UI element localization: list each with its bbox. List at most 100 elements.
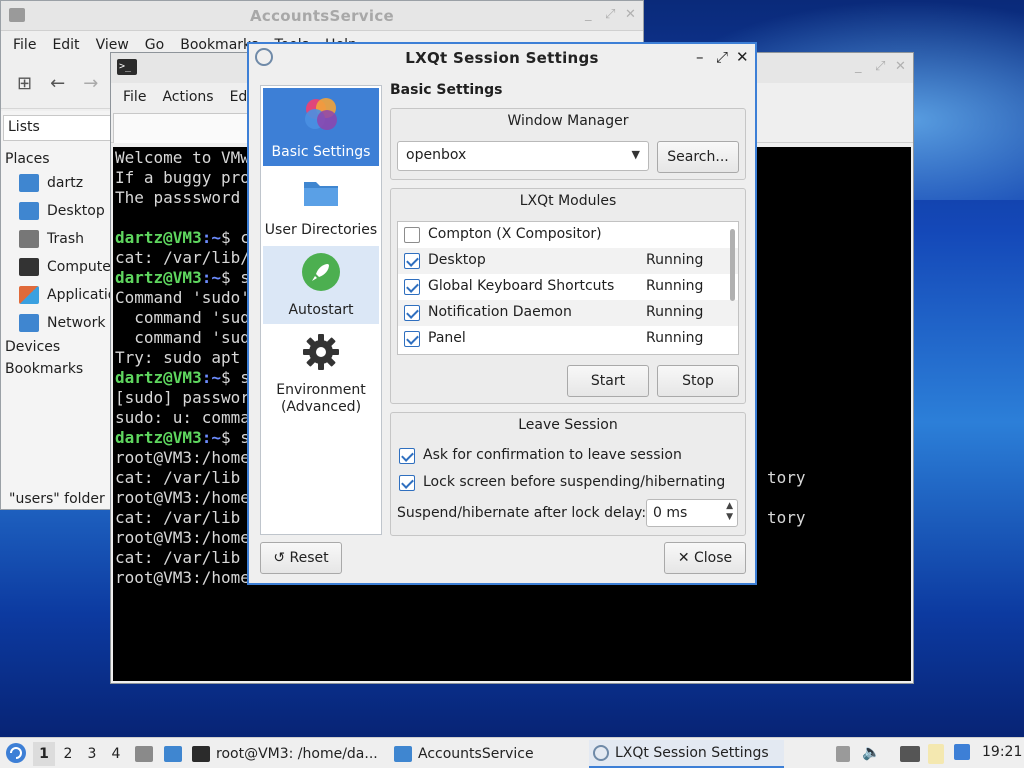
reset-button[interactable]: ↺ Reset xyxy=(260,542,342,574)
bookmarks-header[interactable]: Bookmarks xyxy=(1,357,113,379)
network-status-icon[interactable] xyxy=(900,746,920,762)
global-shortcuts-checkbox[interactable] xyxy=(404,279,420,295)
minimize-icon[interactable]: – xyxy=(696,48,704,66)
workspace-2[interactable]: 2 xyxy=(57,742,79,766)
maximize-icon[interactable]: ⤢ xyxy=(875,59,885,74)
compton-checkbox[interactable] xyxy=(404,227,420,243)
lists-selector[interactable]: Lists xyxy=(3,115,111,141)
sidebar-item-computer[interactable]: Computer xyxy=(1,253,113,281)
desktop-checkbox[interactable] xyxy=(404,253,420,269)
clipboard-icon[interactable] xyxy=(928,744,944,764)
sidebar-item-dartz[interactable]: dartz xyxy=(1,169,113,197)
dialog-title: LXQt Session Settings xyxy=(405,49,599,67)
minimize-icon[interactable]: _ xyxy=(585,7,592,22)
modules-scrollbar[interactable] xyxy=(727,223,737,353)
nav-item-environment[interactable]: Environment (Advanced) xyxy=(263,326,379,418)
close-icon[interactable]: ✕ xyxy=(736,48,749,66)
new-tab-icon[interactable]: ⊞ xyxy=(17,73,32,94)
nav-item-user-directories[interactable]: User Directories xyxy=(263,166,379,244)
close-icon[interactable]: ✕ xyxy=(895,59,906,74)
terminal-line-text: root@VM3:/home xyxy=(115,488,247,507)
places-sidebar: Lists Places dartz Desktop Trash Compute… xyxy=(1,111,113,509)
minimize-icon[interactable]: _ xyxy=(855,59,862,74)
terminal-line-text: cat: /var/lib xyxy=(115,468,241,487)
taskbar: 1 2 3 4 root@VM3: /home/da... AccountsSe… xyxy=(0,737,1024,768)
prompt-path: :~ xyxy=(201,428,221,447)
sidebar-item-applications[interactable]: Applications xyxy=(1,281,113,309)
settings-nav-list: Basic Settings User Directories Autostar… xyxy=(260,85,382,535)
menu-file[interactable]: File xyxy=(115,89,154,105)
back-icon[interactable]: ← xyxy=(50,73,65,94)
module-name: Notification Daemon xyxy=(428,304,572,320)
notification-daemon-checkbox[interactable] xyxy=(404,305,420,321)
prompt-user: dartz@VM3 xyxy=(115,428,202,447)
sidebar-item-trash[interactable]: Trash xyxy=(1,225,113,253)
spin-arrows-icon[interactable]: ▲ ▼ xyxy=(726,501,733,523)
eject-icon[interactable] xyxy=(836,746,850,762)
window-manager-select[interactable]: openbox ▼ xyxy=(397,141,649,171)
delay-label-text: Suspend/hibernate after lock delay: xyxy=(397,505,647,521)
list-item[interactable]: Desktop Running xyxy=(398,248,738,274)
sidebar-item-label: Network xyxy=(47,315,106,331)
sidebar-item-desktop[interactable]: Desktop xyxy=(1,197,113,225)
start-button[interactable]: Start xyxy=(567,365,649,397)
workspace-1[interactable]: 1 xyxy=(33,742,55,766)
ask-confirmation-checkbox[interactable] xyxy=(399,448,415,464)
maximize-icon[interactable]: ⤢ xyxy=(716,48,728,66)
volume-icon[interactable]: 🔈 xyxy=(862,743,881,761)
prompt-command: $ s xyxy=(220,428,247,447)
nav-item-autostart[interactable]: Autostart xyxy=(263,246,379,324)
task-terminal[interactable]: root@VM3: /home/da... xyxy=(192,740,387,768)
search-button[interactable]: Search... xyxy=(657,141,739,173)
maximize-icon[interactable]: ⤢ xyxy=(605,7,615,22)
close-button[interactable]: ✕ Close xyxy=(664,542,746,574)
updates-icon[interactable] xyxy=(954,744,970,760)
undo-icon: ↺ xyxy=(273,550,286,566)
workspace-3[interactable]: 3 xyxy=(81,742,103,766)
desktop-icon xyxy=(19,202,39,220)
dialog-titlebar[interactable]: LXQt Session Settings – ⤢ ✕ xyxy=(249,44,755,72)
file-manager-launcher-icon[interactable] xyxy=(135,746,153,762)
clock[interactable]: 19:21 xyxy=(982,744,1022,760)
show-desktop-icon[interactable] xyxy=(164,746,182,762)
nav-item-basic-settings[interactable]: Basic Settings xyxy=(263,88,379,166)
menu-go[interactable]: Go xyxy=(137,37,172,53)
terminal-line-text: cat: /var/lib xyxy=(115,508,241,527)
nav-label: Autostart xyxy=(288,302,354,318)
lock-delay-spinbox[interactable]: 0 ms ▲ ▼ xyxy=(646,499,738,527)
terminal-line-text: command 'sud xyxy=(115,328,247,347)
devices-header[interactable]: Devices xyxy=(1,337,113,357)
stop-button[interactable]: Stop xyxy=(657,365,739,397)
menu-view[interactable]: View xyxy=(88,37,137,53)
list-item[interactable]: Compton (X Compositor) xyxy=(398,222,738,248)
terminal-tab[interactable] xyxy=(113,113,253,143)
task-label: LXQt Session Settings xyxy=(615,745,769,761)
list-item[interactable]: Panel Running xyxy=(398,326,738,352)
panel-checkbox[interactable] xyxy=(404,331,420,347)
menu-edit[interactable]: Edit xyxy=(44,37,87,53)
menu-actions[interactable]: Actions xyxy=(154,89,221,105)
list-item[interactable]: Global Keyboard Shortcuts Running xyxy=(398,274,738,300)
prompt-user: dartz@VM3 xyxy=(115,268,202,287)
modules-list: Compton (X Compositor) Desktop Running G… xyxy=(397,221,739,355)
sidebar-item-network[interactable]: Network xyxy=(1,309,113,337)
start-menu-icon[interactable] xyxy=(5,742,27,764)
close-icon[interactable]: ✕ xyxy=(625,7,636,22)
terminal-line-text: The passsword o xyxy=(115,188,247,207)
menu-file[interactable]: File xyxy=(5,37,44,53)
task-session-settings[interactable]: LXQt Session Settings xyxy=(589,740,784,768)
nav-label: Environment (Advanced) xyxy=(263,382,379,416)
lock-screen-checkbox[interactable] xyxy=(399,475,415,491)
window-manager-value: openbox xyxy=(406,147,467,163)
leave-session-group: Leave Session Ask for confirmation to le… xyxy=(390,412,746,536)
module-name: Compton (X Compositor) xyxy=(428,226,602,242)
scrollbar-thumb[interactable] xyxy=(730,229,735,301)
task-accounts-service[interactable]: AccountsService xyxy=(394,740,584,768)
settings-icon xyxy=(593,745,609,761)
home-folder-icon xyxy=(19,174,39,192)
file-manager-titlebar[interactable]: AccountsService _ ⤢ ✕ xyxy=(1,1,643,31)
forward-icon[interactable]: → xyxy=(83,73,98,94)
workspace-4[interactable]: 4 xyxy=(105,742,127,766)
prompt-path: :~ xyxy=(201,228,221,247)
list-item[interactable]: Notification Daemon Running xyxy=(398,300,738,326)
